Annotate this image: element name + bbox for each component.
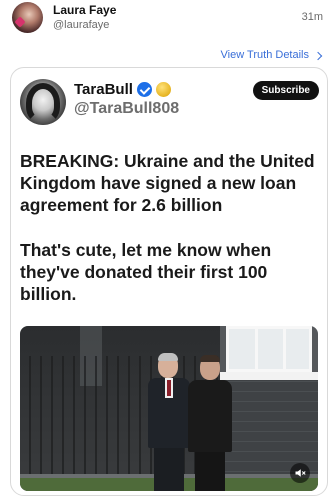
quoted-author-handle[interactable]: @TaraBull808: [74, 100, 179, 118]
post-timestamp: 31m: [301, 11, 323, 23]
quoted-author-avatar[interactable]: [20, 79, 66, 125]
subscribe-button[interactable]: Subscribe: [252, 81, 319, 100]
post-header: Laura Faye @laurafaye 31m: [0, 0, 335, 40]
post-photo[interactable]: [20, 326, 318, 491]
author-name[interactable]: Laura Faye: [53, 3, 116, 17]
verified-badge-icon: [136, 82, 152, 97]
quoted-post-card[interactable]: TaraBull @TaraBull808 Subscribe BREAKING…: [10, 67, 328, 496]
heart-icon: [14, 16, 26, 28]
mute-button[interactable]: [290, 463, 310, 483]
gold-badge-icon: [155, 82, 171, 97]
photo-person-suit: [148, 353, 190, 491]
author-handle[interactable]: @laurafaye: [53, 19, 109, 31]
mute-icon: [295, 469, 306, 477]
chevron-right-icon: [313, 51, 323, 60]
photo-person-black-outfit: [188, 355, 232, 491]
quoted-author-name-row[interactable]: TaraBull: [74, 81, 171, 98]
author-avatar[interactable]: [12, 2, 43, 33]
photo-window-ledge: [220, 372, 318, 380]
photo-window: [226, 326, 312, 372]
view-truth-details-link[interactable]: View Truth Details: [220, 49, 323, 61]
post-paragraph-1: BREAKING: Ukraine and the United Kingdom…: [20, 151, 315, 215]
quoted-author-name: TaraBull: [74, 81, 133, 98]
avatar-portrait: [26, 83, 60, 123]
post-paragraph-2: That's cute, let me know when they've do…: [20, 240, 272, 304]
view-details-label: View Truth Details: [220, 49, 309, 61]
